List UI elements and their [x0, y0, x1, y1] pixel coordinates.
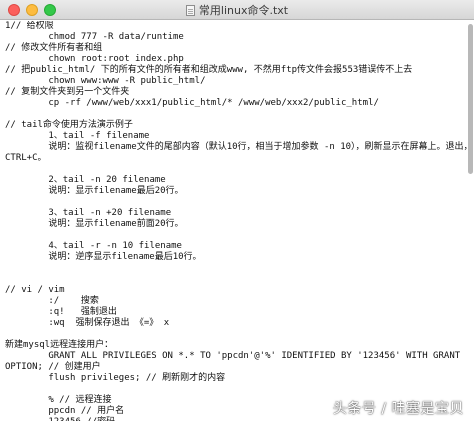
text-line: chmod 777 -R data/runtime [5, 32, 184, 42]
text-line [5, 263, 467, 274]
text-line [5, 329, 467, 340]
text-line: 2、tail -n 20 filename [5, 175, 166, 185]
text-line: 新建mysql远程连接用户： [5, 340, 114, 350]
text-line: flush privileges; // 刷新刚才的内容 [5, 373, 226, 383]
text-line: chown root:root index.php [5, 54, 184, 64]
text-line [5, 274, 467, 285]
text-line: :/ 搜索 [5, 296, 99, 306]
text-line: 1、tail -f filename [5, 131, 150, 141]
text-line [5, 164, 467, 175]
text-line: chown www:www -R public_html/ [5, 76, 206, 86]
text-line: 说明：显示filename最后20行。 [5, 186, 184, 196]
scrollbar-thumb[interactable] [468, 24, 473, 174]
window-title-group: 常用linux命令.txt [0, 0, 474, 20]
text-line: 3、tail -n +20 filename [5, 208, 172, 218]
text-line [5, 230, 467, 241]
vertical-scrollbar[interactable] [468, 22, 473, 420]
text-line: CTRL+C。 [5, 153, 47, 163]
watermark: 头条号 / 哇塞是宝贝 [332, 401, 464, 417]
text-line: 说明：逆序显示filename最后10行。 [5, 252, 202, 262]
text-line: // 把public_html/ 下的所有文件的所有者和组改成www, 不然用f… [5, 65, 413, 75]
text-line: 1// 给权限 [5, 21, 54, 31]
text-document-icon [185, 4, 195, 16]
text-line: // 复制文件夹到另一个文件夹 [5, 87, 130, 97]
text-line: OPTION; // 创建用户 [5, 362, 101, 372]
text-line: GRANT ALL PRIVILEGES ON *.* TO 'ppcdn'@'… [5, 351, 461, 361]
text-editor-window: 常用linux命令.txt 1// 给权限 chmod 777 -R data/… [0, 0, 474, 426]
text-line: 4、tail -r -n 10 filename [5, 241, 182, 251]
text-line: cp -rf /www/web/xxx1/public_html/* /www/… [5, 98, 379, 108]
text-content-area[interactable]: 1// 给权限 chmod 777 -R data/runtime// 修改文件… [5, 21, 467, 421]
title-bar[interactable]: 常用linux命令.txt [0, 0, 474, 20]
text-line [5, 197, 467, 208]
text-line: :q! 强制退出 [5, 307, 117, 317]
text-line: :wq 强制保存退出 《=》 x [5, 318, 170, 328]
text-line [5, 109, 467, 120]
text-line: // tail命令使用方法演示例子 [5, 120, 133, 130]
text-line [5, 384, 467, 395]
window-title: 常用linux命令.txt [198, 4, 289, 17]
text-line: // vi / vim [5, 285, 65, 295]
text-line: 说明：显示filename前面20行。 [5, 219, 184, 229]
text-line: // 修改文件所有者和组 [5, 43, 103, 53]
text-line: 说明：监视filename文件的尾部内容（默认10行，相当于增加参数 -n 10… [5, 142, 467, 152]
